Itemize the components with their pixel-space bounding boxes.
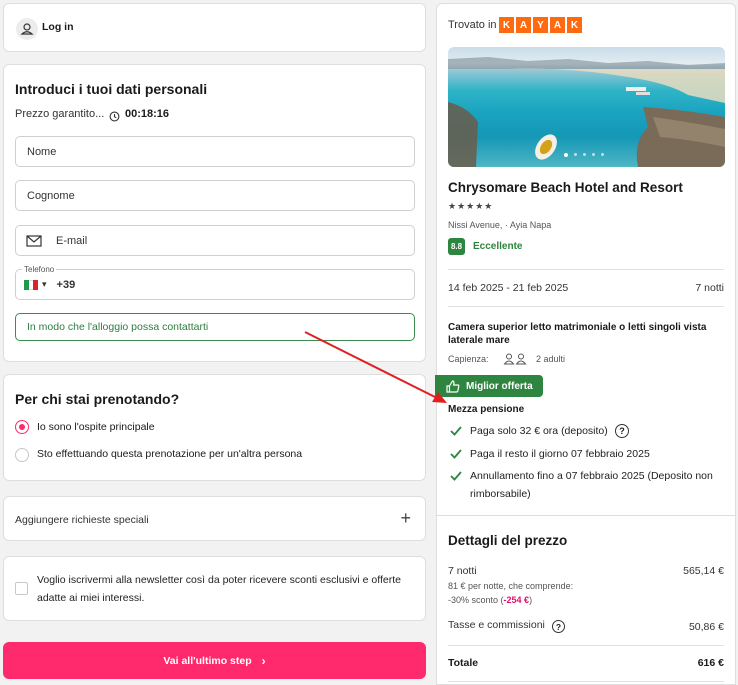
check-icon xyxy=(449,469,465,483)
discount-value: -254 € xyxy=(503,595,530,605)
radio-main-guest[interactable] xyxy=(15,420,29,434)
board-type: Mezza pensione xyxy=(448,404,525,415)
price-details-title: Dettagli del prezzo xyxy=(448,533,568,548)
italy-flag-icon[interactable] xyxy=(24,279,39,290)
phone-label: Telefono xyxy=(22,265,57,274)
price-guarantee-text: Prezzo garantito... xyxy=(15,108,105,120)
next-step-label: Vai all'ultimo step xyxy=(163,654,252,667)
newsletter-label[interactable]: Voglio iscrivermi alla newsletter così d… xyxy=(37,571,417,607)
hotel-name: Chrysomare Beach Hotel and Resort xyxy=(448,180,683,195)
thumbs-up-icon xyxy=(446,379,460,393)
discount-close: ) xyxy=(529,595,533,605)
kayak-letter: A xyxy=(550,17,565,33)
price-nights-label: 7 notti xyxy=(448,565,477,577)
name-placeholder: Nome xyxy=(27,145,57,158)
discount-text: -30% sconto ( xyxy=(448,595,504,605)
personal-data-title: Introduci i tuoi dati personali xyxy=(15,81,208,97)
kayak-letter: K xyxy=(499,17,514,33)
hotel-summary-card: Trovato in K A Y A K Chrysomare Beach Ho… xyxy=(435,3,736,685)
price-nights-value: 565,14 € xyxy=(683,565,724,577)
countdown-timer: 00:18:16 xyxy=(125,108,170,120)
surname-field[interactable]: Cognome xyxy=(15,180,415,211)
login-card[interactable]: Log in xyxy=(3,3,426,52)
divider xyxy=(448,306,724,307)
hotel-address: Nissi Avenue, · Ayia Napa xyxy=(448,220,552,230)
section-divider xyxy=(437,515,735,516)
photo-pagination-dots[interactable] xyxy=(564,153,604,157)
score-label: Eccellente xyxy=(473,241,523,252)
help-icon[interactable]: ? xyxy=(615,424,629,438)
divider xyxy=(448,681,724,682)
phone-hint: In modo che l'alloggio possa contattarti xyxy=(15,313,415,341)
special-requests-card[interactable]: Aggiungere richieste speciali + xyxy=(3,496,426,541)
kayak-letter: Y xyxy=(533,17,548,33)
score-badge: 8.8 xyxy=(448,238,465,255)
condition-cancellation: Annullamento fino a 07 febbraio 2025 (De… xyxy=(470,470,713,500)
special-requests-label[interactable]: Aggiungere richieste speciali xyxy=(15,514,149,526)
room-name: Camera superior letto matrimoniale o let… xyxy=(448,322,707,346)
star-rating: ★★★★★ xyxy=(448,201,494,211)
kayak-logo: K A Y A K xyxy=(499,17,582,33)
condition-balance: Paga il resto il giorno 07 febbraio 2025 xyxy=(470,448,650,460)
clock-icon xyxy=(109,109,120,127)
total-label: Totale xyxy=(448,657,479,669)
email-placeholder: E-mail xyxy=(56,234,88,247)
found-in-label: Trovato in xyxy=(448,19,497,31)
chevron-down-icon[interactable]: ▾ xyxy=(42,279,47,290)
divider xyxy=(448,269,724,270)
hotel-photo[interactable] xyxy=(448,47,725,167)
total-value: 616 € xyxy=(697,657,724,669)
plus-icon[interactable]: + xyxy=(400,508,411,529)
booking-for-title: Per chi stai prenotando? xyxy=(15,391,180,407)
capacity-value: 2 adulti xyxy=(536,354,566,364)
help-icon[interactable]: ? xyxy=(552,620,565,633)
mail-icon xyxy=(26,234,42,247)
user-icon xyxy=(16,18,38,40)
check-icon xyxy=(449,424,465,438)
stay-nights: 7 notti xyxy=(695,282,724,294)
phone-hint-text: In modo che l'alloggio possa contattarti xyxy=(27,321,209,333)
name-field[interactable]: Nome xyxy=(15,136,415,167)
kayak-letter: K xyxy=(567,17,582,33)
price-per-night: 81 € per notte, che comprende: xyxy=(448,581,574,591)
check-icon xyxy=(449,447,465,461)
radio-other-person[interactable] xyxy=(15,448,29,462)
newsletter-checkbox[interactable] xyxy=(15,582,28,595)
personal-data-card: Introduci i tuoi dati personali Prezzo g… xyxy=(3,64,426,362)
taxes-label: Tasse e commissioni xyxy=(448,619,545,631)
next-step-button[interactable]: Vai all'ultimo step › xyxy=(3,642,426,679)
login-label[interactable]: Log in xyxy=(42,21,74,33)
surname-placeholder: Cognome xyxy=(27,189,75,202)
newsletter-card: Voglio iscrivermi alla newsletter così d… xyxy=(3,556,426,621)
guests-icon xyxy=(503,352,529,370)
option-main-guest-label[interactable]: Io sono l'ospite principale xyxy=(37,421,155,433)
phone-prefix: +39 xyxy=(56,278,76,291)
divider xyxy=(448,645,724,646)
option-other-person-label[interactable]: Sto effettuando questa prenotazione per … xyxy=(37,448,302,460)
email-field[interactable]: E-mail xyxy=(15,225,415,256)
discount-line: -30% sconto (-254 €) xyxy=(448,595,532,605)
stay-dates: 14 feb 2025 - 21 feb 2025 xyxy=(448,282,569,294)
booking-for-card: Per chi stai prenotando? Io sono l'ospit… xyxy=(3,374,426,481)
chevron-right-icon: › xyxy=(261,653,266,668)
kayak-letter: A xyxy=(516,17,531,33)
taxes-value: 50,86 € xyxy=(688,621,724,633)
best-offer-badge: Miglior offerta xyxy=(435,375,543,397)
capacity-label: Capienza: xyxy=(448,354,489,364)
condition-deposit: Paga solo 32 € ora (deposito) xyxy=(470,425,608,437)
best-offer-label: Miglior offerta xyxy=(466,380,533,392)
phone-field[interactable]: Telefono ▾ +39 xyxy=(15,265,415,300)
